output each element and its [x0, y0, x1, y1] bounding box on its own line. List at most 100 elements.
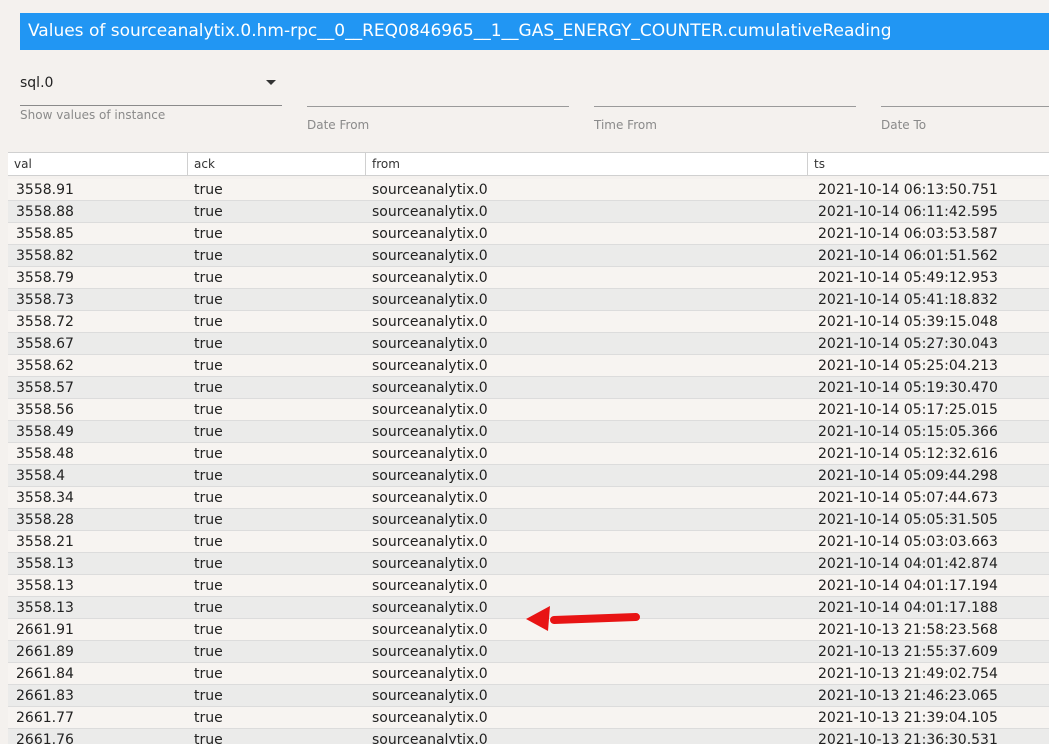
cell-ts: 2021-10-14 06:01:51.562 [818, 248, 998, 264]
arrow-head-icon [526, 606, 550, 631]
table-row[interactable]: 3558.72 true sourceanalytix.0 2021-10-14 05… [8, 311, 1049, 333]
column-header-ack[interactable]: ack [188, 153, 366, 175]
cell-ts: 2021-10-14 05:09:44.298 [818, 468, 998, 484]
cell-val: 3558.34 [16, 490, 74, 506]
cell-ts: 2021-10-14 06:03:53.587 [818, 226, 998, 242]
cell-ack: true [194, 248, 223, 264]
cell-from: sourceanalytix.0 [372, 512, 488, 528]
cell-from: sourceanalytix.0 [372, 600, 488, 616]
history-dialog: Values of sourceanalytix.0.hm-rpc__0__RE… [0, 0, 1049, 744]
table-row[interactable]: 3558.34 true sourceanalytix.0 2021-10-14 05… [8, 487, 1049, 509]
table-row[interactable]: 3558.49 true sourceanalytix.0 2021-10-14 05… [8, 421, 1049, 443]
cell-ts: 2021-10-13 21:46:23.065 [818, 688, 998, 704]
column-header-ts[interactable]: ts [808, 153, 1049, 175]
table-row[interactable]: 2661.83 true sourceanalytix.0 2021-10-13 21… [8, 685, 1049, 707]
cell-val: 2661.76 [16, 732, 74, 744]
instance-select-value: sql.0 [20, 75, 54, 91]
table-row[interactable]: 3558.48 true sourceanalytix.0 2021-10-14 05… [8, 443, 1049, 465]
cell-ack: true [194, 402, 223, 418]
cell-from: sourceanalytix.0 [372, 424, 488, 440]
cell-val: 3558.48 [16, 446, 74, 462]
cell-from: sourceanalytix.0 [372, 732, 488, 744]
table-row[interactable]: 3558.82 true sourceanalytix.0 2021-10-14 06… [8, 245, 1049, 267]
time-from-label: Time From [594, 118, 657, 132]
cell-from: sourceanalytix.0 [372, 622, 488, 638]
cell-ack: true [194, 314, 223, 330]
cell-from: sourceanalytix.0 [372, 688, 488, 704]
cell-val: 3558.21 [16, 534, 74, 550]
cell-from: sourceanalytix.0 [372, 490, 488, 506]
cell-from: sourceanalytix.0 [372, 336, 488, 352]
cell-ts: 2021-10-14 05:17:25.015 [818, 402, 998, 418]
cell-from: sourceanalytix.0 [372, 226, 488, 242]
cell-ts: 2021-10-14 05:12:32.616 [818, 446, 998, 462]
table-row[interactable]: 3558.56 true sourceanalytix.0 2021-10-14 05… [8, 399, 1049, 421]
cell-val: 3558.13 [16, 556, 74, 572]
date-to-input[interactable] [881, 70, 1049, 107]
table-row[interactable]: 3558.79 true sourceanalytix.0 2021-10-14 05… [8, 267, 1049, 289]
table-row[interactable]: 3558.4 true sourceanalytix.0 2021-10-14 05:… [8, 465, 1049, 487]
cell-ts: 2021-10-14 05:19:30.470 [818, 380, 998, 396]
cell-ack: true [194, 534, 223, 550]
red-arrow-annotation [526, 606, 640, 631]
cell-ts: 2021-10-14 05:25:04.213 [818, 358, 998, 374]
cell-val: 3558.28 [16, 512, 74, 528]
cell-from: sourceanalytix.0 [372, 446, 488, 462]
table-row[interactable]: 3558.73 true sourceanalytix.0 2021-10-14 05… [8, 289, 1049, 311]
cell-ts: 2021-10-14 04:01:17.194 [818, 578, 998, 594]
cell-ack: true [194, 600, 223, 616]
table-row[interactable]: 3558.13 true sourceanalytix.0 2021-10-14 04… [8, 575, 1049, 597]
cell-ack: true [194, 468, 223, 484]
table-row[interactable]: 2661.77 true sourceanalytix.0 2021-10-13 21… [8, 707, 1049, 729]
cell-ack: true [194, 666, 223, 682]
cell-from: sourceanalytix.0 [372, 402, 488, 418]
table-row[interactable]: 3558.28 true sourceanalytix.0 2021-10-14 05… [8, 509, 1049, 531]
table-row[interactable]: 3558.85 true sourceanalytix.0 2021-10-14 06… [8, 223, 1049, 245]
cell-val: 3558.13 [16, 600, 74, 616]
cell-ts: 2021-10-14 05:05:31.505 [818, 512, 998, 528]
cell-val: 3558.72 [16, 314, 74, 330]
table-row[interactable]: 3558.21 true sourceanalytix.0 2021-10-14 05… [8, 531, 1049, 553]
table-body: 3558.91 true sourceanalytix.0 2021-10-14 06… [8, 179, 1049, 744]
cell-val: 3558.88 [16, 204, 74, 220]
time-from-input[interactable] [594, 70, 856, 107]
table-row[interactable]: 2661.76 true sourceanalytix.0 2021-10-13 21… [8, 729, 1049, 744]
table-row[interactable]: 3558.91 true sourceanalytix.0 2021-10-14 06… [8, 179, 1049, 201]
filter-bar: sql.0 Show values of instance Date From … [0, 60, 1049, 150]
table-row[interactable]: 3558.62 true sourceanalytix.0 2021-10-14 05… [8, 355, 1049, 377]
date-from-input[interactable] [307, 70, 569, 107]
cell-from: sourceanalytix.0 [372, 248, 488, 264]
cell-val: 3558.13 [16, 578, 74, 594]
cell-ts: 2021-10-14 05:41:18.832 [818, 292, 998, 308]
table-row[interactable]: 3558.57 true sourceanalytix.0 2021-10-14 05… [8, 377, 1049, 399]
column-header-val[interactable]: val [8, 153, 188, 175]
cell-ts: 2021-10-14 06:13:50.751 [818, 182, 998, 198]
cell-ack: true [194, 204, 223, 220]
history-table: val ack from ts 3558.91 true sourceanalyti… [8, 152, 1049, 744]
table-row[interactable]: 2661.89 true sourceanalytix.0 2021-10-13 21… [8, 641, 1049, 663]
cell-val: 2661.91 [16, 622, 74, 638]
table-row[interactable]: 3558.67 true sourceanalytix.0 2021-10-14 05… [8, 333, 1049, 355]
cell-ack: true [194, 622, 223, 638]
table-row[interactable]: 2661.84 true sourceanalytix.0 2021-10-13 21… [8, 663, 1049, 685]
cell-from: sourceanalytix.0 [372, 644, 488, 660]
instance-select[interactable]: sql.0 [20, 70, 282, 106]
cell-ts: 2021-10-13 21:49:02.754 [818, 666, 998, 682]
cell-ts: 2021-10-14 04:01:17.188 [818, 600, 998, 616]
table-row[interactable]: 3558.88 true sourceanalytix.0 2021-10-14 06… [8, 201, 1049, 223]
chevron-down-icon [266, 80, 276, 85]
cell-ack: true [194, 446, 223, 462]
cell-val: 3558.62 [16, 358, 74, 374]
date-to-label: Date To [881, 118, 927, 132]
cell-ts: 2021-10-14 04:01:42.874 [818, 556, 998, 572]
cell-ack: true [194, 424, 223, 440]
cell-ack: true [194, 226, 223, 242]
cell-from: sourceanalytix.0 [372, 380, 488, 396]
cell-val: 3558.49 [16, 424, 74, 440]
table-row[interactable]: 3558.13 true sourceanalytix.0 2021-10-14 04… [8, 553, 1049, 575]
cell-ack: true [194, 380, 223, 396]
cell-ts: 2021-10-14 05:07:44.673 [818, 490, 998, 506]
column-header-from[interactable]: from [366, 153, 808, 175]
cell-ack: true [194, 270, 223, 286]
cell-from: sourceanalytix.0 [372, 468, 488, 484]
